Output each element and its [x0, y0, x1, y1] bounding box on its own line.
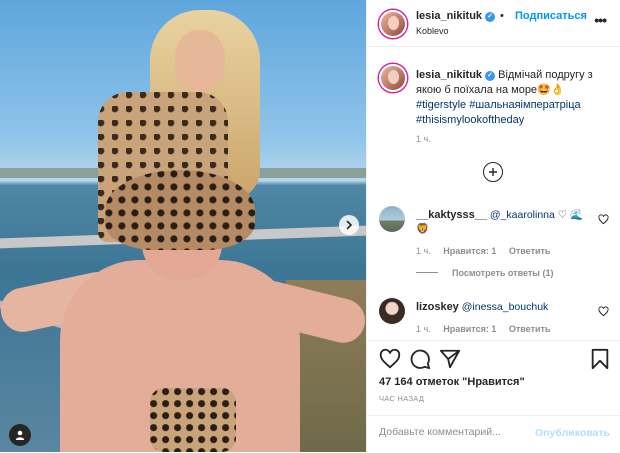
post-side-panel: lesia_nikituk ✓ • Подписаться Koblevo •••… — [366, 0, 620, 452]
author-username[interactable]: lesia_nikituk ✓ — [416, 10, 496, 22]
post-timestamp: ЧАС НАЗАД — [379, 394, 425, 403]
reply-button[interactable]: Ответить — [509, 324, 551, 334]
commenter-avatar[interactable] — [379, 206, 405, 232]
chevron-right-icon — [346, 220, 353, 230]
verified-badge-icon: ✓ — [485, 12, 496, 22]
commenter-username[interactable]: lizoskey — [416, 301, 459, 313]
photo-woman-face — [175, 30, 225, 92]
follow-button[interactable]: Подписаться — [515, 10, 587, 22]
commenter-avatar[interactable] — [379, 298, 405, 324]
comment-text: lizoskey @inessa_bouchuk — [416, 300, 596, 314]
heart-icon[interactable] — [379, 348, 401, 370]
plus-circle-icon — [489, 168, 497, 176]
view-replies-button[interactable]: Посмотреть ответы (1) — [416, 268, 553, 278]
load-more-comments-button[interactable] — [483, 162, 503, 182]
post-header: lesia_nikituk ✓ • Подписаться Koblevo ••• — [367, 0, 620, 47]
comment-meta: 1 ч. Нравится: 1 Ответить — [416, 246, 560, 256]
comment-time: 1 ч. — [416, 324, 431, 334]
post-photo[interactable] — [0, 0, 366, 452]
share-icon[interactable] — [439, 348, 461, 370]
commenter-username[interactable]: __kaktysss__ — [416, 209, 487, 221]
photo-leopard-hat — [105, 170, 255, 250]
post-location[interactable]: Koblevo — [416, 26, 449, 36]
view-replies-label: Посмотреть ответы (1) — [452, 268, 554, 278]
more-options-icon[interactable]: ••• — [594, 12, 607, 28]
caption-time: 1 ч. — [416, 134, 431, 144]
author-avatar[interactable] — [379, 10, 407, 38]
user-tag-icon — [15, 430, 25, 440]
comment-mention[interactable]: @inessa_bouchuk — [462, 301, 549, 313]
likes-count[interactable]: 47 164 отметок "Нравится" — [379, 376, 525, 388]
heart-icon[interactable] — [598, 306, 609, 317]
instagram-post: lesia_nikituk ✓ • Подписаться Koblevo •••… — [0, 0, 620, 452]
user-tag-button[interactable] — [9, 424, 31, 446]
caption-text-block: lesia_nikituk ✓ Відмічай подругу з якою б… — [416, 68, 616, 128]
bookmark-icon[interactable] — [589, 348, 611, 370]
hashtag-link[interactable]: #tigerstyle — [416, 99, 466, 111]
comment-time: 1 ч. — [416, 246, 431, 256]
photo-leopard-bag — [150, 388, 236, 452]
verified-badge-icon: ✓ — [485, 71, 496, 81]
separator-dot: • — [500, 10, 504, 22]
post-actions: 47 164 отметок "Нравится" ЧАС НАЗАД — [367, 340, 620, 403]
hashtag-link[interactable]: #thisismylookoftheday — [416, 114, 524, 126]
reply-button[interactable]: Ответить — [509, 246, 551, 256]
caption-username[interactable]: lesia_nikituk ✓ — [416, 69, 496, 81]
next-photo-button[interactable] — [339, 215, 359, 235]
comment-icon[interactable] — [409, 348, 431, 370]
comment-text: __kaktysss__ @_kaarolinna ♡ 🌊 🦁 — [416, 208, 596, 236]
caption-author-avatar[interactable] — [379, 64, 407, 92]
hashtag-link[interactable]: #шальнаяімператріца — [469, 99, 580, 111]
publish-button[interactable]: Опубликовать — [535, 427, 610, 439]
comment-meta: 1 ч. Нравится: 1 Ответить — [416, 324, 560, 334]
comment-mention[interactable]: @_kaarolinna — [490, 209, 555, 221]
comment-likes[interactable]: Нравится: 1 — [443, 246, 496, 256]
replies-divider — [416, 272, 438, 273]
comment-input[interactable] — [379, 426, 529, 438]
add-comment-bar: Опубликовать — [367, 415, 620, 453]
comment-likes[interactable]: Нравится: 1 — [443, 324, 496, 334]
heart-icon[interactable] — [598, 214, 609, 225]
